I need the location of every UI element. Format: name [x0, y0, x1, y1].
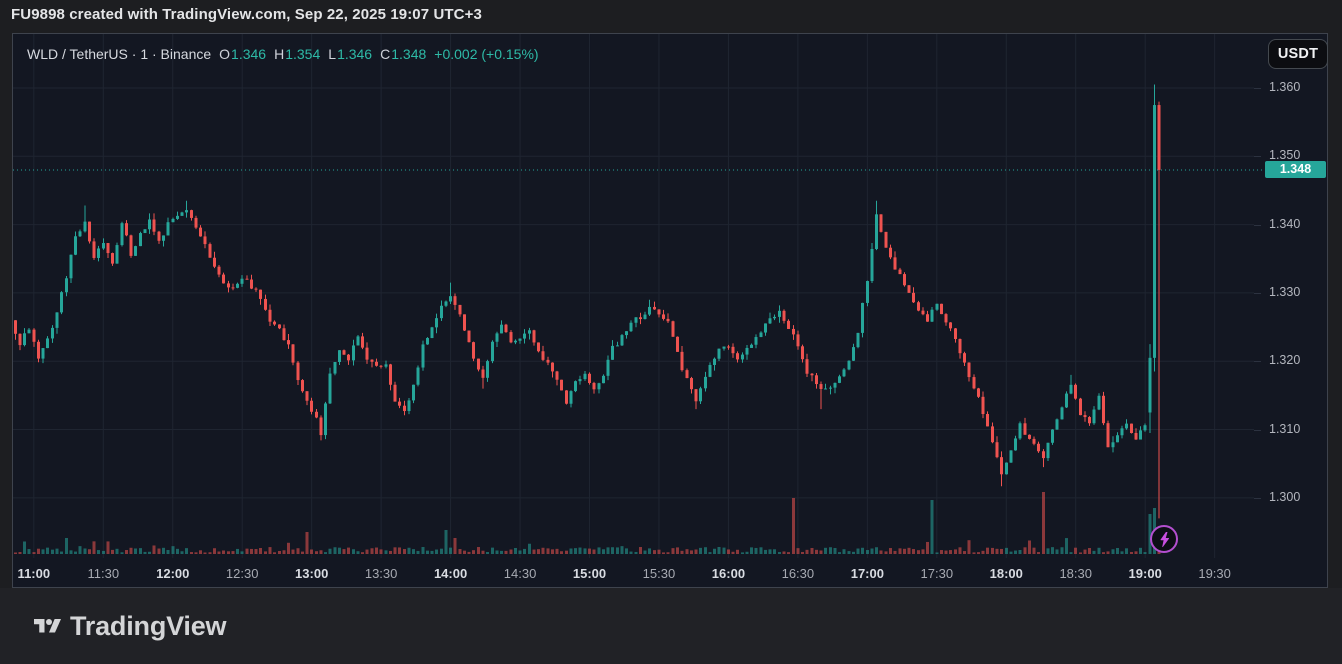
time-tick-label: 18:00: [990, 558, 1023, 588]
last-price-badge: 1.348: [1265, 161, 1326, 178]
time-tick-label: 13:30: [365, 558, 398, 588]
candles: [14, 85, 1161, 519]
price-tick-label: 1.350: [1269, 148, 1300, 162]
time-tick-label: 13:00: [295, 558, 328, 588]
time-tick-label: 11:00: [18, 558, 51, 588]
time-tick-label: 14:00: [434, 558, 467, 588]
ohlc-low: L1.346: [328, 46, 372, 62]
volume-bars: [14, 492, 1161, 554]
chart-pane: WLD / TetherUS · 1 · Binance O1.346 H1.3…: [12, 33, 1328, 588]
tradingview-logo-text: TradingView: [70, 611, 226, 642]
time-tick-label: 12:00: [156, 558, 189, 588]
tradingview-logo[interactable]: TradingView: [34, 588, 226, 664]
time-axis[interactable]: 11:00 11:30 12:00 12:30 13:00 13:30 14:00 14:30…: [13, 558, 1254, 588]
ohlc-close: C1.348: [380, 46, 426, 62]
chart-legend: WLD / TetherUS · 1 · Binance O1.346 H1.3…: [27, 46, 539, 62]
time-tick-label: 15:00: [573, 558, 606, 588]
time-tick-label: 12:30: [226, 558, 259, 588]
price-tick-label: 1.320: [1269, 353, 1300, 367]
grid-lines: [13, 34, 1254, 558]
time-tick-label: 17:00: [851, 558, 884, 588]
price-tick-label: 1.300: [1269, 490, 1300, 504]
tradingview-snapshot: FU9898 created with TradingView.com, Sep…: [0, 0, 1342, 664]
time-tick-label: 19:30: [1198, 558, 1231, 588]
tradingview-logo-icon: [34, 616, 61, 637]
price-tick-label: 1.310: [1269, 422, 1300, 436]
time-tick-label: 14:30: [504, 558, 537, 588]
time-tick-label: 11:30: [87, 558, 119, 588]
candlestick-chart[interactable]: [13, 34, 1327, 587]
price-tick-label: 1.360: [1269, 80, 1300, 94]
price-change: +0.002 (+0.15%): [434, 46, 538, 62]
price-tick-label: 1.330: [1269, 285, 1300, 299]
time-tick-label: 18:30: [1059, 558, 1092, 588]
time-tick-label: 16:00: [712, 558, 745, 588]
time-tick-label: 17:30: [921, 558, 954, 588]
footer: TradingView: [0, 588, 1342, 664]
symbol-title: WLD / TetherUS · 1 · Binance: [27, 46, 211, 62]
currency-toggle-button[interactable]: USDT: [1268, 39, 1328, 69]
price-tick-label: 1.340: [1269, 217, 1300, 231]
time-tick-label: 19:00: [1129, 558, 1162, 588]
price-axis[interactable]: 1.360 1.350 1.340 1.330 1.320 1.310 1.300: [1254, 34, 1328, 558]
lightning-button[interactable]: [1150, 525, 1178, 553]
ohlc-open: O1.346: [219, 46, 266, 62]
ohlc-high: H1.354: [274, 46, 320, 62]
snapshot-title: FU9898 created with TradingView.com, Sep…: [11, 6, 482, 23]
lightning-bolt-icon: [1157, 531, 1172, 548]
time-tick-label: 15:30: [643, 558, 676, 588]
snapshot-header: FU9898 created with TradingView.com, Sep…: [0, 0, 1342, 33]
time-tick-label: 16:30: [782, 558, 815, 588]
